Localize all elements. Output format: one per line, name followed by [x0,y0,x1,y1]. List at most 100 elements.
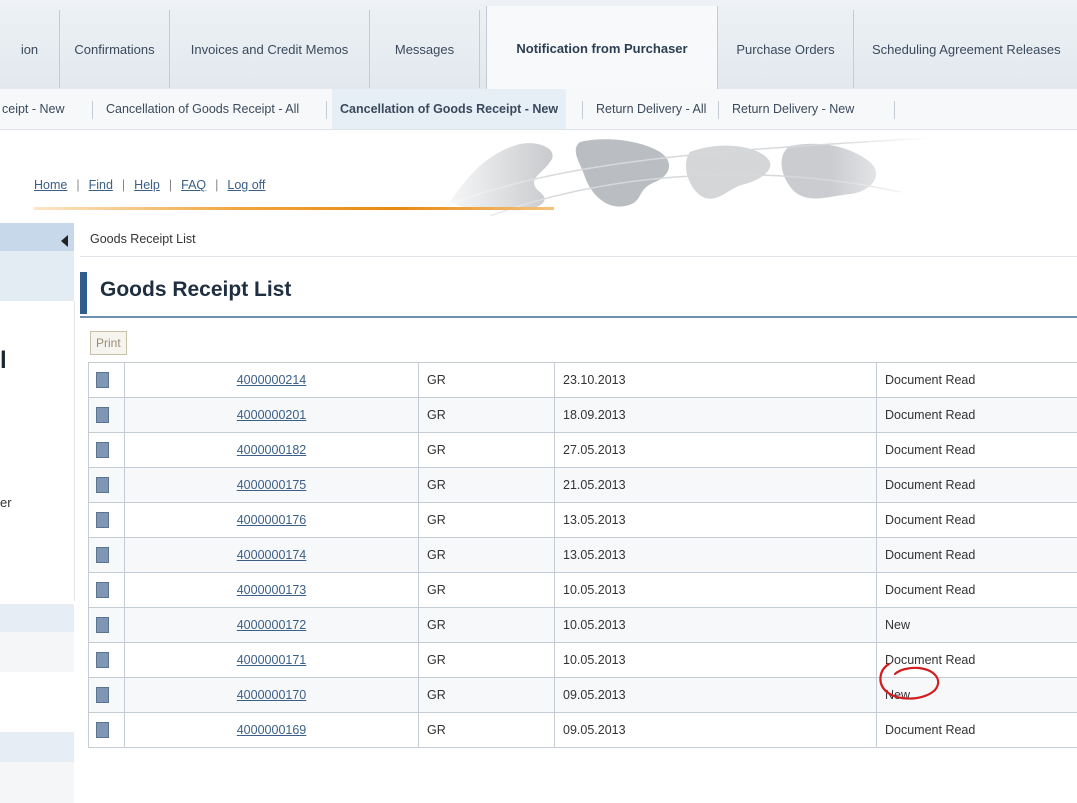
document-type-cell: GR [418,572,555,608]
document-number-link[interactable]: 4000000172 [237,618,307,632]
row-selector[interactable] [88,362,125,398]
table-row[interactable]: 4000000214 GR 23.10.2013 Document Read [88,362,1077,398]
tab-partial[interactable]: ion [0,10,60,88]
document-icon[interactable] [96,722,109,738]
document-icon[interactable] [96,407,109,423]
row-selector[interactable] [88,537,125,573]
document-date-cell: 21.05.2013 [554,467,877,503]
document-type-cell: GR [418,397,555,433]
table-row[interactable]: 4000000175 GR 21.05.2013 Document Read [88,467,1077,503]
tab-scheduling-agreement-releases[interactable]: Scheduling Agreement Releases [854,10,1077,88]
document-number-link[interactable]: 4000000174 [237,548,307,562]
document-date-cell: 10.05.2013 [554,572,877,608]
row-selector[interactable] [88,502,125,538]
tab-purchase-orders[interactable]: Purchase Orders [718,10,854,88]
nav-section-block[interactable] [0,604,74,632]
document-status-cell: Document Read [876,432,1077,468]
tab-notification-from-purchaser[interactable]: Notification from Purchaser [486,6,718,90]
document-type-cell: GR [418,642,555,678]
link-separator: | [76,178,80,192]
nav-item-block[interactable] [0,632,74,672]
document-type-cell: GR [418,467,555,503]
subtab-label: Return Delivery - New [732,102,855,116]
subtab-cancellation-new[interactable]: Cancellation of Goods Receipt - New [332,89,567,129]
row-selector[interactable] [88,572,125,608]
help-link[interactable]: Help [134,178,160,192]
sub-tab-bar: ceipt - New Cancellation of Goods Receip… [0,89,1077,130]
table-row[interactable]: 4000000169 GR 09.05.2013 Document Read [88,712,1077,748]
nav-item-block[interactable] [0,251,74,301]
document-date-cell: 13.05.2013 [554,537,877,573]
document-icon[interactable] [96,372,109,388]
subtab-return-delivery-all[interactable]: Return Delivery - All [596,89,706,129]
document-icon[interactable] [96,687,109,703]
nav-item-fragment[interactable]: er [0,495,12,510]
row-selector[interactable] [88,397,125,433]
world-map-banner [430,132,930,216]
document-status-cell: Document Read [876,467,1077,503]
document-icon[interactable] [96,617,109,633]
row-selector[interactable] [88,432,125,468]
document-number-cell: 4000000171 [124,642,419,678]
document-number-cell: 4000000170 [124,677,419,713]
tab-label: Invoices and Credit Memos [190,41,349,57]
document-icon[interactable] [96,582,109,598]
document-status-cell: Document Read [876,712,1077,748]
document-number-cell: 4000000174 [124,537,419,573]
document-number-link[interactable]: 4000000170 [237,688,307,702]
document-icon[interactable] [96,477,109,493]
tab-messages[interactable]: Messages [370,10,480,88]
document-icon[interactable] [96,512,109,528]
subtab-cancellation-all[interactable]: Cancellation of Goods Receipt - All [106,89,299,129]
tab-label: Confirmations [74,41,155,57]
nav-item-block[interactable] [0,762,74,803]
document-number-cell: 4000000182 [124,432,419,468]
find-link[interactable]: Find [89,178,113,192]
document-number-link[interactable]: 4000000182 [237,443,307,457]
breadcrumb-divider [80,256,1077,257]
document-number-link[interactable]: 4000000176 [237,513,307,527]
row-selector[interactable] [88,607,125,643]
row-selector[interactable] [88,677,125,713]
table-row[interactable]: 4000000172 GR 10.05.2013 New [88,607,1077,643]
table-row[interactable]: 4000000174 GR 13.05.2013 Document Read [88,537,1077,573]
tab-confirmations[interactable]: Confirmations [60,10,170,88]
nav-section-block[interactable] [0,732,74,762]
document-number-link[interactable]: 4000000173 [237,583,307,597]
table-row[interactable]: 4000000182 GR 27.05.2013 Document Read [88,432,1077,468]
faq-link[interactable]: FAQ [181,178,206,192]
document-number-link[interactable]: 4000000175 [237,478,307,492]
row-selector[interactable] [88,642,125,678]
row-selector[interactable] [88,467,125,503]
collapse-nav-icon[interactable] [61,235,68,247]
document-number-link[interactable]: 4000000169 [237,723,307,737]
table-row[interactable]: 4000000201 GR 18.09.2013 Document Read [88,397,1077,433]
document-icon[interactable] [96,652,109,668]
tab-invoices-credit-memos[interactable]: Invoices and Credit Memos [170,10,370,88]
document-date-cell: 23.10.2013 [554,362,877,398]
subtab-label: ceipt - New [2,102,65,116]
annotation-circle [879,662,940,700]
document-number-cell: 4000000201 [124,397,419,433]
logoff-link[interactable]: Log off [227,178,265,192]
home-link[interactable]: Home [34,178,67,192]
print-button[interactable]: Print [90,331,127,355]
document-icon[interactable] [96,442,109,458]
document-number-link[interactable]: 4000000214 [237,373,307,387]
document-status-cell: Document Read [876,572,1077,608]
table-row[interactable]: 4000000173 GR 10.05.2013 Document Read [88,572,1077,608]
document-number-link[interactable]: 4000000171 [237,653,307,667]
subtab-return-delivery-new[interactable]: Return Delivery - New [732,89,854,129]
subtab-divider [582,101,583,119]
subtab-goods-receipt-new[interactable]: ceipt - New [2,89,65,129]
table-row[interactable]: 4000000176 GR 13.05.2013 Document Read [88,502,1077,538]
tab-label: Purchase Orders [736,41,835,57]
row-selector[interactable] [88,712,125,748]
document-icon[interactable] [96,547,109,563]
document-number-cell: 4000000214 [124,362,419,398]
subtab-divider [92,101,93,119]
link-separator: | [168,178,173,192]
page-header: Home | Find | Help | FAQ | Log off [0,130,1077,216]
document-number-link[interactable]: 4000000201 [237,408,307,422]
document-number-cell: 4000000175 [124,467,419,503]
